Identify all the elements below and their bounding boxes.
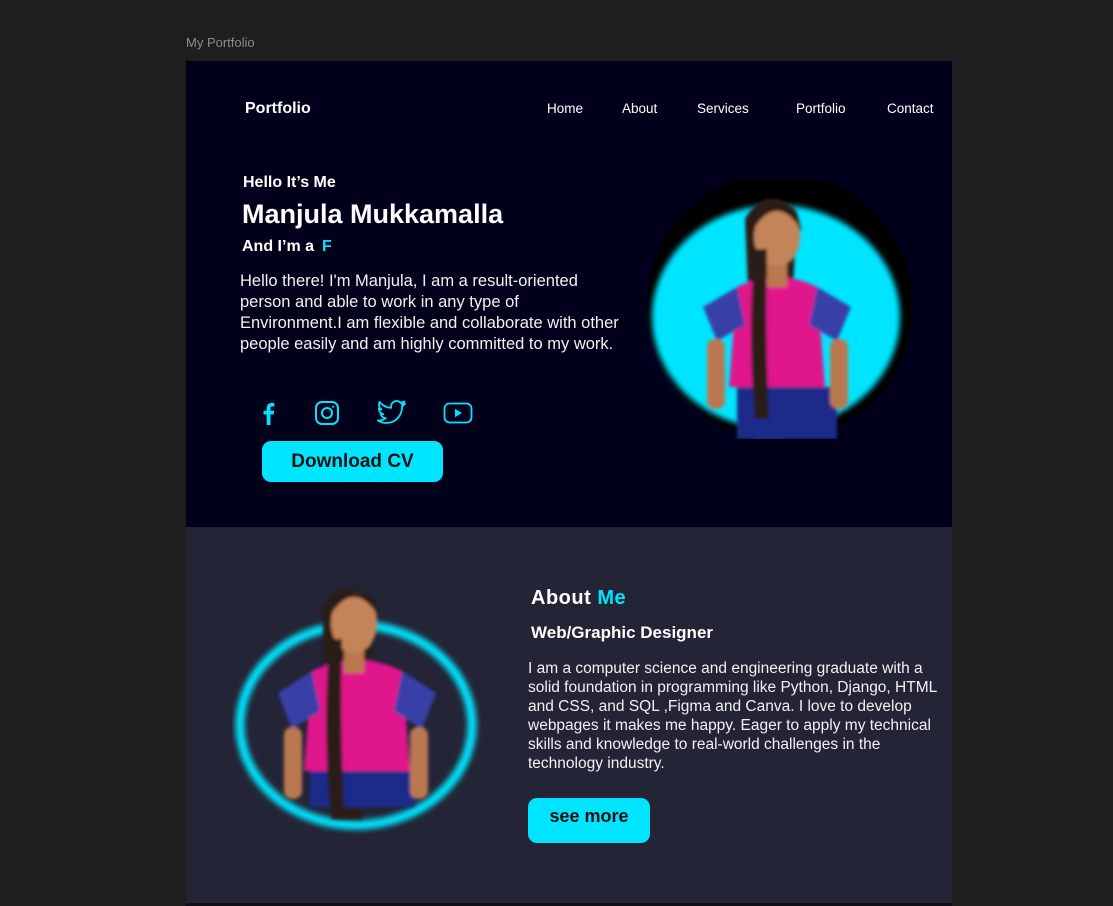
about-title-word: About — [531, 587, 592, 609]
role-line: And I’m a F — [242, 238, 332, 256]
nav-services[interactable]: Services — [697, 101, 749, 116]
facebook-icon[interactable] — [253, 398, 283, 428]
main-nav: Home About Services Portfolio Contact — [186, 101, 952, 121]
nav-portfolio[interactable]: Portfolio — [796, 101, 846, 116]
about-title-accent: Me — [597, 587, 627, 609]
see-more-button[interactable]: see more — [528, 798, 650, 843]
about-subtitle: Web/Graphic Designer — [531, 623, 714, 642]
about-text: I am a computer science and engineering … — [528, 660, 937, 772]
nav-contact[interactable]: Contact — [887, 101, 934, 116]
download-cv-button[interactable]: Download CV — [262, 441, 443, 482]
hero-portrait — [647, 179, 913, 439]
hero-name: Manjula Mukkamalla — [242, 199, 504, 229]
role-prefix: And I’m a — [242, 238, 315, 255]
nav-home[interactable]: Home — [547, 101, 583, 116]
portfolio-frame: Portfolio Home About Services Portfolio … — [186, 61, 952, 906]
youtube-icon[interactable] — [443, 398, 473, 428]
frame-label: My Portfolio — [186, 35, 255, 50]
role-typed-text: F — [322, 238, 332, 255]
twitter-icon[interactable] — [377, 398, 407, 428]
about-title: About Me — [531, 587, 626, 610]
about-section: About Me Web/Graphic Designer I am a com… — [186, 527, 952, 903]
about-portrait — [235, 588, 477, 830]
nav-about[interactable]: About — [622, 101, 657, 116]
hero-section: Portfolio Home About Services Portfolio … — [186, 61, 952, 527]
hero-intro: Hello there! I'm Manjula, I am a result-… — [240, 272, 619, 353]
greeting: Hello It’s Me — [243, 174, 336, 191]
instagram-icon[interactable] — [312, 398, 342, 428]
